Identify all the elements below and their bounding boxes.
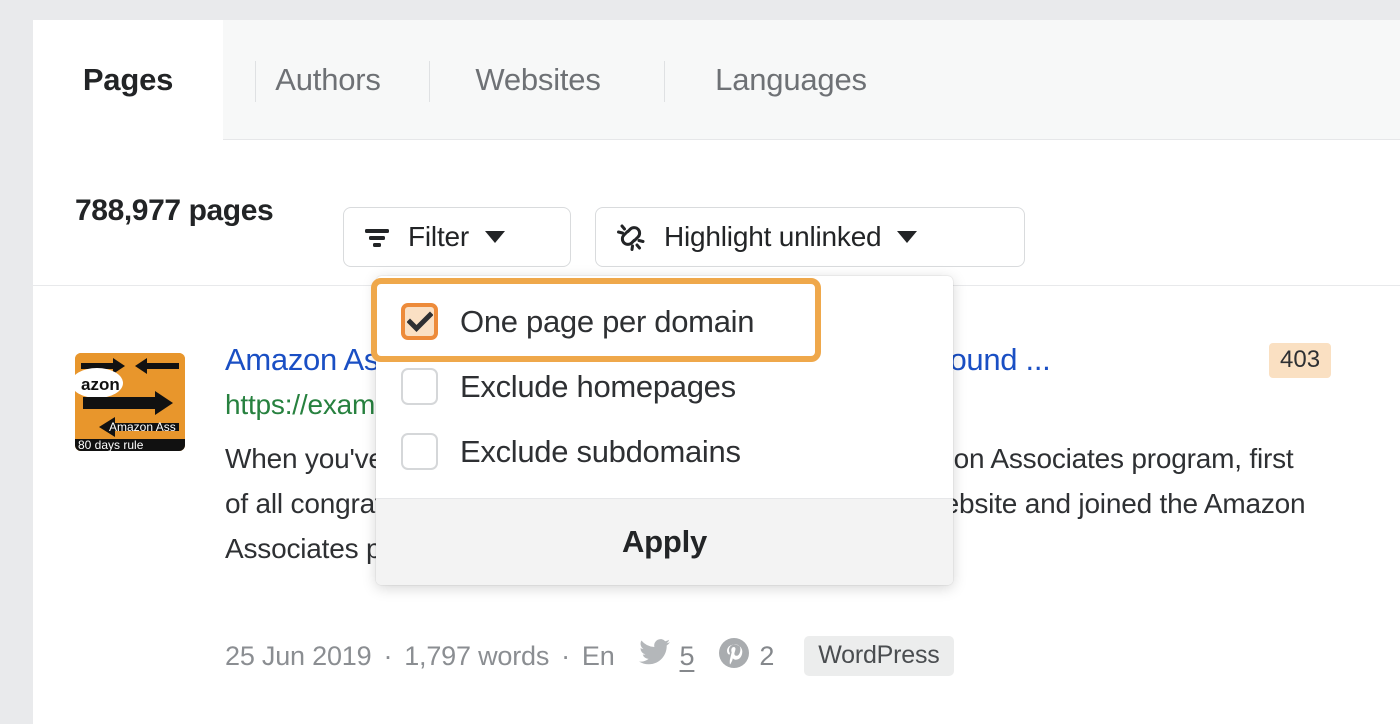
- tab-pages-label: Pages: [82, 62, 174, 97]
- twitter-icon: [638, 639, 671, 673]
- pinterest-share-count[interactable]: 2: [718, 637, 774, 676]
- result-meta: 25 Jun 2019 · 1,797 words · En 5 2 WordP…: [225, 636, 954, 676]
- page-count-label: 788,977 pages: [75, 194, 274, 227]
- option-exclude-subdomains[interactable]: Exclude subdomains: [376, 419, 953, 484]
- chevron-down-icon: [485, 231, 506, 243]
- thumb-text-top: azon: [81, 375, 120, 394]
- option-exclude-homepages[interactable]: Exclude homepages: [376, 354, 953, 419]
- status-badge: 403: [1269, 343, 1332, 378]
- option-one-page-per-domain[interactable]: One page per domain: [376, 289, 953, 354]
- checkbox-exclude-homepages[interactable]: [401, 368, 438, 405]
- tab-pages[interactable]: Pages: [33, 20, 223, 140]
- tab-websites[interactable]: Websites: [433, 20, 643, 140]
- tab-divider: [664, 61, 665, 102]
- tab-languages-label: Languages: [715, 62, 867, 97]
- highlight-unlinked-button[interactable]: Highlight unlinked: [595, 207, 1025, 267]
- tab-bar: Pages Authors Websites Languages: [33, 20, 1400, 140]
- meta-separator: ·: [383, 640, 393, 671]
- checkbox-exclude-subdomains[interactable]: [401, 433, 438, 470]
- twitter-count-value: 5: [679, 640, 695, 671]
- results-card: Pages Authors Websites Languages 788,977…: [33, 20, 1400, 724]
- filter-icon: [362, 225, 392, 249]
- meta-separator: ·: [561, 640, 570, 671]
- filter-dropdown-panel: One page per domain Exclude homepages Ex…: [376, 276, 953, 585]
- screen-root: Pages Authors Websites Languages 788,977…: [0, 0, 1400, 724]
- apply-button-label: Apply: [621, 524, 708, 559]
- thumb-text-bottom: 80 days rule: [78, 438, 144, 451]
- tab-authors[interactable]: Authors: [223, 20, 433, 140]
- pinterest-icon: [718, 637, 750, 676]
- result-word-count: 1,797 words: [404, 640, 550, 671]
- filter-option-list: One page per domain Exclude homepages Ex…: [376, 276, 953, 498]
- tab-languages[interactable]: Languages: [666, 20, 916, 140]
- tab-authors-label: Authors: [275, 62, 381, 97]
- twitter-share-count[interactable]: 5: [638, 639, 695, 673]
- filter-button[interactable]: Filter: [343, 207, 571, 267]
- highlight-unlinked-label: Highlight unlinked: [664, 221, 882, 252]
- option-exclude-homepages-label: Exclude homepages: [460, 368, 736, 404]
- pinterest-count-value: 2: [759, 640, 775, 671]
- apply-button[interactable]: Apply: [376, 498, 953, 585]
- option-exclude-subdomains-label: Exclude subdomains: [460, 433, 741, 469]
- chevron-down-icon: [897, 231, 918, 243]
- result-language: En: [581, 640, 615, 671]
- tab-websites-label: Websites: [475, 62, 601, 97]
- option-one-page-per-domain-label: One page per domain: [460, 303, 755, 339]
- broken-link-icon: [614, 221, 648, 253]
- tab-divider: [429, 61, 430, 102]
- platform-badge: WordPress: [804, 636, 954, 676]
- results-toolbar: 788,977 pages Filter Highlight unlinked: [33, 141, 1400, 286]
- result-date: 25 Jun 2019: [225, 640, 372, 671]
- result-thumbnail[interactable]: azon Amazon Ass 80 days rule: [75, 353, 185, 451]
- filter-button-label: Filter: [408, 221, 470, 252]
- thumb-text-mid: Amazon Ass: [109, 420, 176, 434]
- checkbox-one-page-per-domain[interactable]: [401, 303, 438, 340]
